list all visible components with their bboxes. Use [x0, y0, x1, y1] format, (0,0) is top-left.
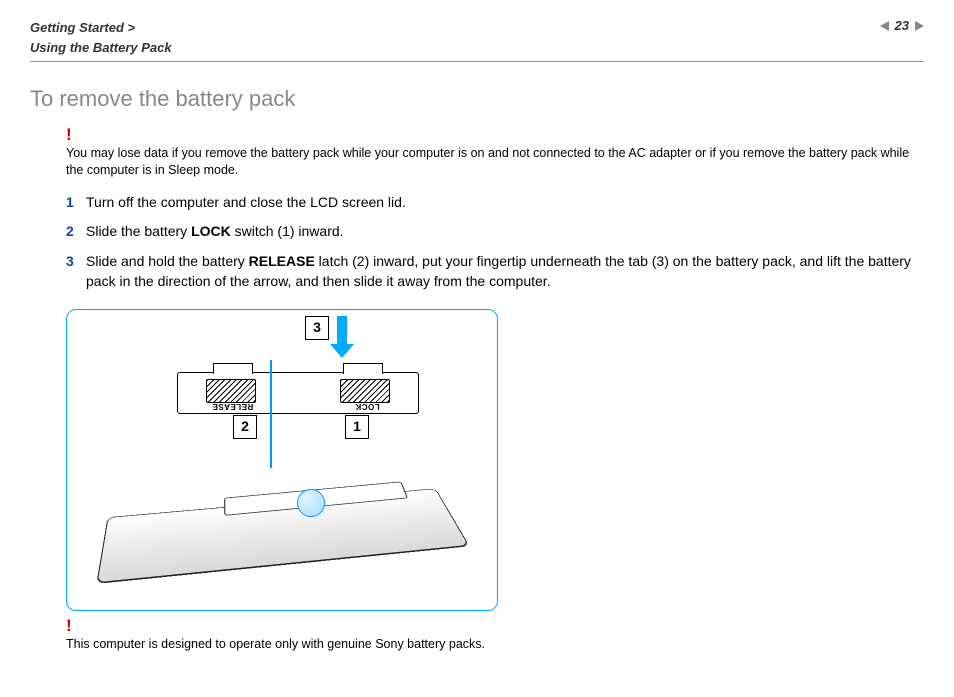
lock-label: LOCK	[355, 402, 380, 411]
step-number: 2	[66, 222, 86, 242]
step-number: 1	[66, 193, 86, 213]
release-latch-icon	[206, 379, 256, 403]
warning-text-1: You may lose data if you remove the batt…	[66, 145, 924, 179]
breadcrumb: Getting Started > Using the Battery Pack	[30, 18, 172, 57]
step-number: 3	[66, 252, 86, 272]
section-title: To remove the battery pack	[30, 86, 924, 112]
callout-2: 2	[233, 415, 257, 439]
page-number: 23	[895, 18, 909, 33]
step-text: Turn off the computer and close the LCD …	[86, 193, 406, 213]
arrow-down-icon	[333, 316, 351, 358]
step-list: 1 Turn off the computer and close the LC…	[66, 193, 924, 291]
laptop-bottom-view	[107, 465, 467, 585]
step-text: Slide the battery LOCK switch (1) inward…	[86, 222, 344, 242]
warning-icon: !	[66, 126, 924, 143]
step-item: 2 Slide the battery LOCK switch (1) inwa…	[66, 222, 924, 242]
step-item: 1 Turn off the computer and close the LC…	[66, 193, 924, 213]
leader-line	[270, 360, 272, 468]
magnifier-lens-icon	[297, 489, 325, 517]
lock-switch-icon	[340, 379, 390, 403]
battery-enlarged-view: RELEASE LOCK	[177, 372, 419, 414]
warning-text-2: This computer is designed to operate onl…	[66, 636, 924, 653]
breadcrumb-line-1: Getting Started >	[30, 18, 172, 38]
prev-page-icon[interactable]	[880, 21, 889, 31]
warning-icon: !	[66, 617, 924, 634]
next-page-icon[interactable]	[915, 21, 924, 31]
step-item: 3 Slide and hold the battery RELEASE lat…	[66, 252, 924, 291]
page-navigation: 23	[880, 18, 924, 33]
step-text: Slide and hold the battery RELEASE latch…	[86, 252, 924, 291]
callout-3: 3	[305, 316, 329, 340]
callout-1: 1	[345, 415, 369, 439]
breadcrumb-line-2: Using the Battery Pack	[30, 38, 172, 58]
battery-removal-illustration: 3 RELEASE LOCK 2 1	[66, 309, 498, 611]
release-label: RELEASE	[212, 402, 253, 411]
